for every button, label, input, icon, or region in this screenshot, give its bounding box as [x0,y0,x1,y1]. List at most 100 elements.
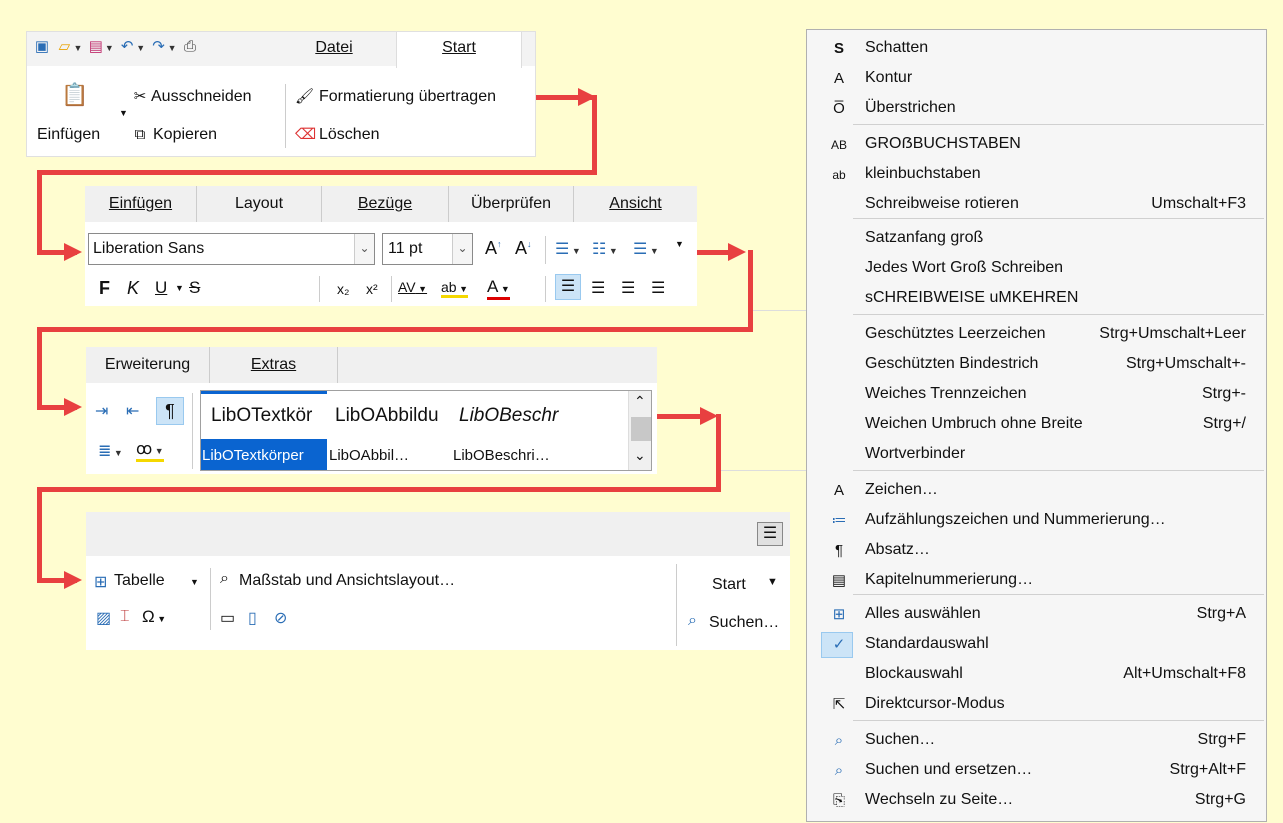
formatting-marks-icon[interactable]: ¶ [156,397,184,425]
menu-item[interactable]: O̅ Überstrichen [807,94,1266,124]
menu-item[interactable]: A Zeichen… [807,476,1266,506]
print-icon[interactable]: ⎙ [181,38,199,56]
menu-item[interactable]: Jedes Wort Groß Schreiben [807,254,1266,284]
menu-item[interactable]: sCHREIBWEISE uMKEHREN [807,284,1266,314]
tab-bezuege[interactable]: Bezüge [322,186,449,222]
redo-icon[interactable]: ↷ [150,38,168,56]
font-size-input[interactable]: 11 pt [388,240,422,258]
more-dropdown-icon[interactable]: ▼ [675,239,684,249]
menu-item[interactable]: ▤ Kapitelnummerierung… [807,566,1266,596]
tab-einfuegen[interactable]: Einfügen [85,186,197,222]
navigator-icon[interactable]: ⊘ [274,608,287,628]
style-item[interactable]: LibOAbbildu [335,405,451,427]
zoom-layout-button[interactable]: Maßstab und Ansichtslayout… [239,572,455,590]
chevron-down-icon[interactable]: ⌄ [634,447,646,464]
table-button[interactable]: Tabelle [114,572,165,590]
style-item[interactable]: LibOBeschr [459,405,579,427]
tab-start[interactable]: Start [396,32,522,68]
footnote-icon[interactable]: ▯ [248,608,257,628]
increase-indent-icon[interactable]: ⇥ [95,401,108,421]
menu-item[interactable]: Geschützten Bindestrich Strg+Umschalt+- [807,350,1266,380]
menu-item[interactable]: Blockauswahl Alt+Umschalt+F8 [807,660,1266,690]
menu-item[interactable]: ≔ Aufzählungszeichen und Nummerierung… [807,506,1266,536]
menu-item[interactable]: Geschütztes Leerzeichen Strg+Umschalt+Lee… [807,320,1266,350]
paste-icon[interactable]: 📋 [61,84,88,110]
menu-item[interactable]: ⎘ Wechseln zu Seite… Strg+G [807,786,1266,816]
tab-extras[interactable]: Extras [210,347,338,383]
outline-list-icon[interactable]: ☰ ▼ [633,239,659,259]
line-spacing-icon[interactable]: ≣ ▼ [98,441,123,461]
highlight-icon[interactable]: ab ▼ [441,279,468,298]
comment-icon[interactable]: ▭ [220,608,235,628]
align-right-icon[interactable]: ☰ [621,278,635,298]
chevron-down-icon[interactable]: ⌄ [452,234,472,264]
style-item[interactable]: LibOBeschri… [453,447,550,464]
image-icon[interactable]: ▨ [96,608,111,628]
start-dropdown[interactable]: Start [712,576,746,594]
decrease-indent-icon[interactable]: ⇤ [126,401,139,421]
paste-dropdown-icon[interactable]: ▼ [119,108,128,118]
bullets-icon[interactable]: ☰ ▼ [555,239,581,259]
clear-format-button[interactable]: Löschen [319,126,380,144]
char-spacing-icon[interactable]: AV ▼ [398,279,427,295]
menu-item[interactable]: Wortverbinder [807,440,1266,470]
menu-item[interactable]: Satzanfang groß [807,224,1266,254]
special-char-icon[interactable]: Ω ▼ [142,607,166,627]
menu-item[interactable]: ⇱ Direktcursor-Modus [807,690,1266,720]
page-break-icon[interactable]: ⌶ [120,608,130,626]
table-icon[interactable]: ⊞ [94,572,107,592]
menu-item[interactable]: Weichen Umbruch ohne Breite Strg+/ [807,410,1266,440]
cut-button[interactable]: Ausschneiden [151,88,252,106]
search-button[interactable]: Suchen… [709,614,779,632]
tab-ueberpruefen[interactable]: Überprüfen [449,186,574,222]
menu-item[interactable]: AB GROẞBUCHSTABEN [807,130,1266,160]
tab-datei[interactable]: Datei [272,32,396,64]
grow-font-icon[interactable]: A↑ [485,238,502,259]
menu-item[interactable]: ⌕ Suchen und ersetzen… Strg+Alt+F [807,756,1266,786]
menu-item[interactable]: Weiches Trennzeichen Strg+- [807,380,1266,410]
font-color-icon[interactable]: A ▼ [487,277,510,300]
style-item[interactable]: LibOAbbil… [329,447,409,464]
paste-button[interactable]: Einfügen [37,126,100,144]
menu-item[interactable]: ✓ Standardauswahl [807,630,1266,660]
chevron-down-icon[interactable]: ▼ [767,576,778,588]
justify-icon[interactable]: ☰ [651,278,665,298]
paragraph-bg-icon[interactable]: ꝏ ▼ [136,439,164,462]
style-gallery[interactable]: LibOTextkör LibOAbbildu LibOBeschr LibOT… [200,390,652,471]
menu-item[interactable]: ⌕ Suchen… Strg+F [807,726,1266,756]
font-size-combo[interactable]: 11 pt ⌄ [382,233,473,265]
subscript-button[interactable]: x₂ [337,281,349,297]
strikethrough-button[interactable]: S [189,278,200,298]
open-folder-icon[interactable]: ▱ [55,38,73,56]
undo-icon[interactable]: ↶ [118,38,136,56]
clone-format-button[interactable]: Formatierung übertragen [319,88,496,106]
menu-item[interactable]: S Schatten [807,34,1266,64]
gallery-scrollbar[interactable]: ⌃ ⌄ [628,391,651,470]
chevron-down-icon[interactable]: ⌄ [354,234,374,264]
underline-dropdown-icon[interactable]: ▼ [175,283,184,293]
tab-erweiterung[interactable]: Erweiterung [86,347,210,383]
numbering-icon[interactable]: ☷ ▼ [592,239,618,259]
shrink-font-icon[interactable]: A↓ [515,238,532,259]
align-center-icon[interactable]: ☰ [591,278,605,298]
superscript-button[interactable]: x² [366,281,378,297]
table-dropdown-icon[interactable]: ▼ [190,577,199,587]
tab-layout[interactable]: Layout [197,186,322,222]
font-name-combo[interactable]: Liberation Sans ⌄ [88,233,375,265]
tab-ansicht[interactable]: Ansicht [574,186,697,222]
menu-item[interactable]: ¶ Absatz… [807,536,1266,566]
style-item[interactable]: LibOTextkör [211,405,331,427]
bold-button[interactable]: F [99,278,110,299]
font-name-input[interactable]: Liberation Sans [93,240,204,258]
underline-button[interactable]: U [155,278,167,298]
align-left-icon[interactable]: ☰ [555,274,581,300]
menu-item[interactable]: ab kleinbuchstaben [807,160,1266,190]
new-doc-icon[interactable]: ▣ [33,38,51,56]
copy-button[interactable]: Kopieren [153,126,217,144]
menu-icon[interactable]: ☰ [757,522,783,546]
menu-item[interactable]: ⊞ Alles auswählen Strg+A [807,600,1266,630]
menu-item[interactable]: A Kontur [807,64,1266,94]
menu-item[interactable]: Schreibweise rotieren Umschalt+F3 [807,190,1266,220]
save-icon[interactable]: ▤ [87,38,105,56]
italic-button[interactable]: K [127,278,139,299]
